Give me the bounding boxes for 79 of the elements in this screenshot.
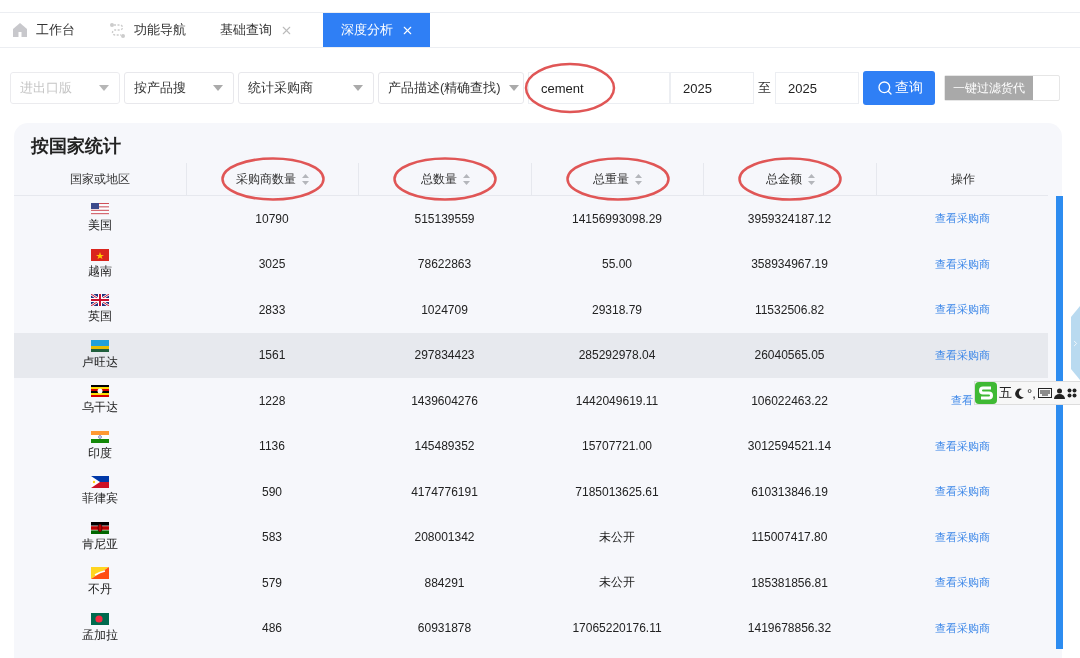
country-name: 印度 — [88, 444, 112, 462]
country-name: 美国 — [88, 217, 112, 235]
table-cell: 486 — [262, 621, 282, 636]
table-cell: 11532506.82 — [754, 302, 825, 317]
input-field[interactable]: 2025 — [670, 72, 754, 104]
table-cell: 285292978.04 — [578, 348, 656, 363]
country-name: 菲律宾 — [82, 490, 118, 508]
ime-mode[interactable]: 五 — [999, 384, 1012, 402]
view-buyers-link[interactable]: 查看采购商 — [934, 211, 990, 227]
table-cell: 583 — [262, 530, 282, 545]
tab[interactable]: 深度分析 — [323, 13, 430, 47]
card-title: 按国家统计 — [30, 135, 122, 158]
table-cell: 185381856.81 — [751, 575, 828, 590]
tab[interactable]: 工作台 — [8, 13, 91, 47]
table-cell: 145489352 — [414, 439, 475, 454]
dropdown-select[interactable]: 统计采购商 — [238, 72, 374, 104]
country-name: 英国 — [88, 308, 112, 326]
view-buyers-link[interactable]: 查看采购商 — [934, 302, 990, 318]
country-name: 乌干达 — [82, 399, 118, 417]
table-cell: 115007417.80 — [751, 530, 828, 545]
view-buyers-link[interactable]: 查看采购商 — [934, 484, 990, 500]
dropdown-select[interactable]: 产品描述(精确查找) — [378, 72, 524, 104]
table-cell: 297834423 — [414, 348, 475, 363]
country-name: 肯尼亚 — [82, 535, 118, 553]
table-cell: 17065220176.11 — [572, 621, 662, 636]
table-cell: 590 — [262, 484, 282, 499]
table-cell: 3012594521.14 — [747, 439, 832, 454]
table-cell: 358934967.19 — [751, 257, 828, 272]
table-cell: 未公开 — [599, 528, 635, 546]
dropdown-select[interactable]: 按产品搜 — [124, 72, 234, 104]
ime-punctuation[interactable]: °, — [1027, 385, 1036, 401]
country-name: 越南 — [88, 262, 112, 280]
table-cell: 515139559 — [414, 211, 475, 226]
table-cell: 未公开 — [599, 574, 635, 592]
table-cell: 1024709 — [421, 302, 468, 317]
search-button[interactable]: 查询 — [863, 71, 935, 105]
table-cell: 2833 — [258, 302, 286, 317]
table-cell: 4174776191 — [411, 484, 478, 499]
country-name: 不丹 — [88, 581, 112, 599]
column-header[interactable]: 总重量 — [593, 170, 642, 188]
table-cell: 60931878 — [417, 621, 472, 636]
table-cell: 14156993098.29 — [571, 211, 663, 226]
table-cell: 1439604276 — [411, 393, 478, 408]
table-cell: 1419678856.32 — [747, 621, 832, 636]
table-cell: 610313846.19 — [751, 484, 828, 499]
table-cell: 1561 — [258, 348, 286, 363]
range-separator: 至 — [758, 79, 771, 97]
table-cell: 26040565.05 — [754, 348, 825, 363]
table-cell: 1136 — [259, 439, 285, 454]
table-cell: 10790 — [255, 211, 289, 226]
table-cell: 3959324187.12 — [747, 211, 832, 226]
table-cell: 15707721.00 — [581, 439, 653, 454]
table-cell: 7185013625.61 — [575, 484, 659, 499]
view-buyers-link[interactable]: 查看采购商 — [934, 438, 990, 454]
table-cell: 3025 — [258, 257, 286, 272]
table-cell: 579 — [262, 575, 282, 590]
tab[interactable]: 基础查询 — [216, 13, 309, 47]
table-cell: 29318.79 — [591, 302, 643, 317]
table-cell: 1228 — [258, 393, 286, 408]
column-header[interactable]: 总金额 — [765, 170, 815, 188]
column-header: 国家或地区 — [70, 170, 130, 188]
input-field[interactable]: 2025 — [775, 72, 859, 104]
input-field[interactable]: cement — [528, 72, 670, 104]
table-cell: 884291 — [424, 575, 465, 590]
country-name: 卢旺达 — [82, 353, 118, 371]
column-header[interactable]: 总数量 — [420, 170, 470, 188]
table-cell: 78622863 — [417, 257, 472, 272]
tab[interactable]: 功能导航 — [105, 13, 202, 47]
view-buyers-link[interactable]: 查看采购商 — [934, 529, 990, 545]
view-buyers-link[interactable]: 查看 — [951, 393, 973, 409]
country-name: 孟加拉 — [82, 626, 118, 644]
view-buyers-link[interactable]: 查看采购商 — [934, 620, 990, 636]
table-cell: 208001342 — [414, 530, 475, 545]
table-cell: 1442049619.11 — [575, 393, 659, 408]
column-header: 操作 — [950, 170, 975, 188]
table-cell: 106022463.22 — [751, 393, 828, 408]
view-buyers-link[interactable]: 查看采购商 — [934, 575, 990, 591]
view-buyers-link[interactable]: 查看采购商 — [934, 256, 990, 272]
table-cell: 55.00 — [602, 257, 632, 272]
